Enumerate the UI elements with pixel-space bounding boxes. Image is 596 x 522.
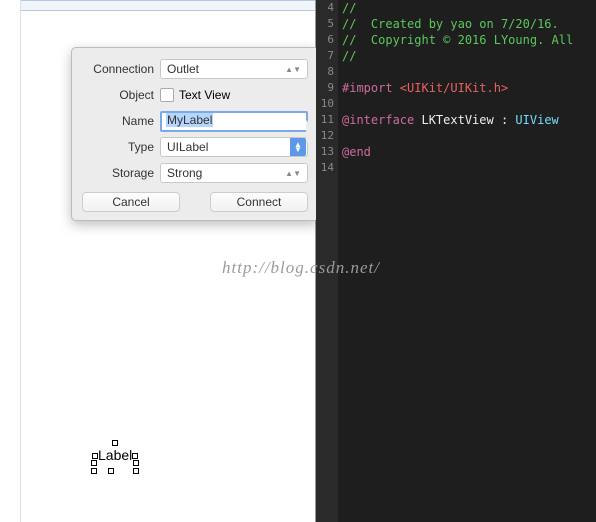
cancel-button[interactable]: Cancel bbox=[82, 192, 180, 212]
code-line: @end bbox=[342, 145, 371, 159]
object-checkbox[interactable] bbox=[160, 88, 174, 102]
line-gutter: 4 5 6 7 8 9 10 11 12 13 14 bbox=[316, 0, 338, 522]
code-line: // bbox=[342, 49, 356, 63]
resize-handle-icon[interactable] bbox=[112, 440, 118, 446]
type-select[interactable]: UILabel ▲▼ bbox=[160, 137, 308, 157]
updown-icon: ▲▼ bbox=[285, 171, 301, 176]
storage-label: Storage bbox=[82, 166, 160, 180]
code-line: // bbox=[342, 1, 356, 15]
label-text: Label bbox=[98, 447, 132, 463]
interface-builder-pane: Connection Outlet ▲▼ Object Text View Na… bbox=[20, 0, 316, 522]
name-label: Name bbox=[82, 114, 160, 128]
code-line: #import bbox=[342, 81, 400, 95]
code-content[interactable]: // // Created by yao on 7/20/16. // Copy… bbox=[342, 0, 596, 176]
connection-value: Outlet bbox=[167, 62, 199, 76]
code-line: // Created by yao on 7/20/16. bbox=[342, 17, 559, 31]
code-editor-pane[interactable]: 4 5 6 7 8 9 10 11 12 13 14 // // Created… bbox=[316, 0, 596, 522]
object-value: Text View bbox=[179, 88, 230, 102]
code-line: @interface bbox=[342, 113, 421, 127]
uilabel-widget[interactable]: Label bbox=[92, 447, 138, 463]
resize-handle-icon[interactable] bbox=[91, 468, 97, 474]
code-line: // Copyright © 2016 LYoung. All bbox=[342, 33, 573, 47]
connect-button[interactable]: Connect bbox=[210, 192, 308, 212]
canvas-top-ruler bbox=[21, 0, 315, 11]
updown-icon: ▲▼ bbox=[285, 67, 301, 72]
connection-label: Connection bbox=[82, 62, 160, 76]
name-input[interactable]: MyLabel bbox=[160, 111, 308, 132]
storage-value: Strong bbox=[167, 166, 202, 180]
type-label: Type bbox=[82, 140, 160, 154]
resize-handle-icon[interactable] bbox=[108, 468, 114, 474]
resize-handle-icon[interactable] bbox=[133, 468, 139, 474]
type-value: UILabel bbox=[167, 140, 208, 154]
connection-popover: Connection Outlet ▲▼ Object Text View Na… bbox=[71, 47, 319, 221]
updown-icon: ▲▼ bbox=[290, 138, 306, 156]
connection-select[interactable]: Outlet ▲▼ bbox=[160, 59, 308, 79]
storage-select[interactable]: Strong ▲▼ bbox=[160, 163, 308, 183]
object-label: Object bbox=[82, 88, 160, 102]
name-value: MyLabel bbox=[166, 113, 213, 127]
